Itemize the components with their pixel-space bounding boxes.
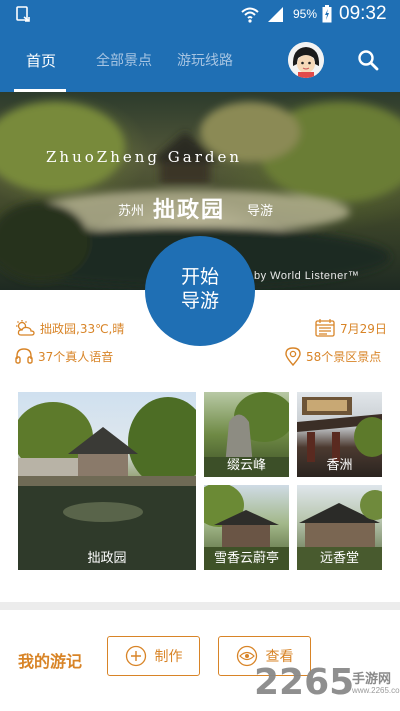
- watermark-number: 2265: [254, 662, 355, 703]
- attraction-label: 雪香云蔚亭: [213, 551, 279, 566]
- create-note-button[interactable]: 制作: [107, 636, 200, 676]
- attraction-tile-xiangzhou[interactable]: 香洲: [297, 392, 382, 477]
- attraction-tile-zhuozheng[interactable]: 拙政园: [18, 392, 196, 570]
- attraction-tile-yuanxiangtang[interactable]: 远香堂: [297, 485, 382, 570]
- watermark-site: 手游网: [352, 672, 392, 687]
- avatar[interactable]: [288, 42, 324, 78]
- attraction-tile-xuexiangyunweiting[interactable]: 雪香云蔚亭: [204, 485, 289, 570]
- wifi-icon: [241, 7, 259, 23]
- start-button-line1: 开始: [180, 266, 219, 288]
- signal-icon: [268, 7, 283, 22]
- status-bar: 95% 09:32: [0, 0, 400, 28]
- battery-charging-icon: [322, 5, 332, 23]
- start-button-line2: 导游: [180, 290, 219, 312]
- attraction-label: 香洲: [326, 458, 353, 473]
- attraction-label: 缀云峰: [226, 458, 266, 473]
- screen-rotate-icon: [16, 6, 30, 22]
- voices-text: 37个真人语音: [38, 349, 114, 364]
- banner-garden-name: 拙政园: [153, 197, 226, 223]
- start-tour-button[interactable]: 开始 导游: [145, 236, 255, 346]
- plus-circle-icon: [125, 645, 146, 667]
- calendar-icon: [315, 319, 335, 337]
- attraction-label: 拙政园: [87, 551, 127, 566]
- search-icon[interactable]: [356, 48, 380, 72]
- banner-city: 苏州: [118, 204, 145, 219]
- spots-text: 58个景区景点: [306, 349, 382, 364]
- headphones-icon: [15, 348, 33, 364]
- spots-info: 58个景区景点: [284, 346, 381, 366]
- banner-credit: by World Listener™: [254, 270, 360, 282]
- create-note-label: 制作: [154, 649, 183, 665]
- voices-info: 37个真人语音: [14, 347, 113, 365]
- weather-text: 拙政园,33℃,晴: [40, 321, 125, 336]
- tab-tour-routes[interactable]: 游玩线路: [177, 50, 233, 70]
- weather-info: 拙政园,33℃,晴: [14, 319, 124, 337]
- user-avatar-icon: [288, 42, 324, 78]
- my-travel-notes-title: 我的游记: [18, 652, 83, 671]
- battery-percent: 95%: [293, 7, 318, 21]
- cloud-sun-icon: [16, 320, 35, 336]
- pavilion-image: [18, 397, 196, 570]
- banner-english-title: ZhuoZheng Garden: [46, 148, 243, 166]
- clock: 09:32: [339, 3, 387, 24]
- banner-suffix: 导游: [247, 204, 274, 219]
- date-info: 7月29日: [314, 318, 387, 338]
- attraction-tile-zhuiyunfeng[interactable]: 缀云峰: [204, 392, 289, 477]
- location-pin-icon: [285, 347, 301, 366]
- app-bar: 首页 全部景点 游玩线路: [0, 28, 400, 92]
- tab-all-attractions[interactable]: 全部景点: [96, 50, 152, 70]
- attraction-label: 远香堂: [319, 551, 359, 566]
- watermark-url: www.2265.com: [352, 686, 400, 695]
- date-text: 7月29日: [340, 321, 387, 336]
- tab-home[interactable]: 首页: [26, 50, 56, 71]
